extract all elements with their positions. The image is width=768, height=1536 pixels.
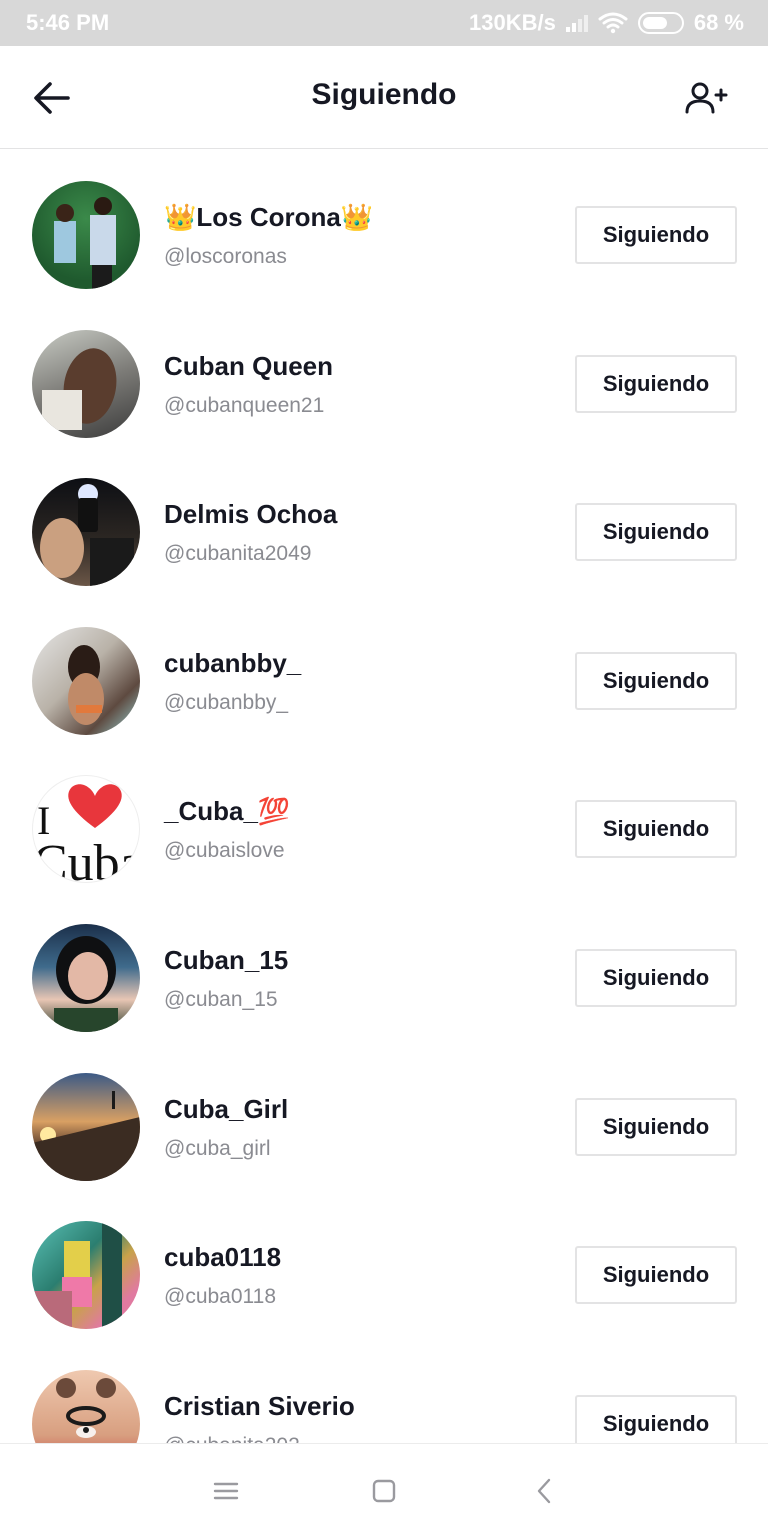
square-home-icon (372, 1479, 396, 1503)
list-item[interactable]: cuba0118 @cuba0118 Siguiendo (0, 1189, 768, 1337)
user-name: Cuba_Girl (164, 1093, 289, 1124)
avatar[interactable] (32, 924, 140, 1032)
system-nav-bar (0, 1443, 768, 1536)
status-time: 5:46 PM (26, 10, 110, 35)
following-button[interactable]: Siguiendo (575, 1394, 737, 1443)
add-user-icon (685, 82, 728, 114)
network-speed: 130KB/s (469, 10, 556, 35)
menu-icon (213, 1482, 239, 1500)
avatar[interactable] (32, 478, 140, 587)
user-handle: @cubaislove (164, 839, 285, 863)
user-handle: @cubanbby_ (164, 690, 289, 714)
user-handle: @loscoronas (164, 245, 287, 268)
user-handle: @cubanita202 (164, 1434, 300, 1443)
following-button[interactable]: Siguiendo (575, 206, 737, 264)
following-button[interactable]: Siguiendo (575, 503, 737, 562)
list-item[interactable]: Cuban Queen @cubanqueen21 Siguiendo (0, 298, 768, 446)
avatar-word: Cuba (33, 835, 140, 883)
header: Siguiendo (0, 46, 768, 149)
list-item[interactable]: Cristian Siverio @cubanita202 Siguiendo (0, 1338, 768, 1443)
menu-button[interactable] (211, 1476, 241, 1506)
chevron-left-icon (537, 1478, 551, 1504)
avatar[interactable] (32, 329, 140, 438)
following-button[interactable]: Siguiendo (575, 1246, 737, 1305)
user-name: cuba0118 (164, 1242, 282, 1273)
signal-icon (565, 14, 588, 32)
user-handle: @cubanqueen21 (164, 393, 325, 417)
user-name: cubanbby_ (164, 647, 302, 678)
list-item[interactable]: 👑Los Corona👑 @loscoronas Siguiendo (0, 149, 768, 297)
status-indicators: 130KB/s 68 % (469, 10, 744, 36)
user-name: Delmis Ochoa (164, 499, 338, 530)
avatar[interactable] (32, 1369, 140, 1443)
avatar[interactable] (32, 1072, 140, 1181)
avatar[interactable] (32, 1221, 140, 1330)
user-name: Cuban_15 (164, 945, 289, 975)
user-name: Cuban Queen (164, 350, 334, 381)
list-item[interactable]: cubanbby_ @cubanbby_ Siguiendo (0, 595, 768, 743)
battery-percent: 68 % (693, 10, 744, 35)
page-title: Siguiendo (311, 78, 457, 111)
battery-icon (637, 12, 684, 34)
user-name: _Cuba_💯 (164, 796, 291, 827)
user-name: Cristian Siverio (164, 1390, 355, 1421)
add-user-button[interactable] (684, 78, 728, 122)
list-item[interactable]: Delmis Ochoa @cubanita2049 Siguiendo (0, 446, 768, 594)
list-item[interactable]: Cuban_15 @cuban_15 Siguiendo (0, 892, 768, 1040)
list-item[interactable]: Cuba_Girl @cuba_girl Siguiendo (0, 1041, 768, 1189)
user-handle: @cuba_girl (164, 1136, 271, 1160)
user-handle: @cuban_15 (164, 988, 278, 1011)
following-list: 👑Los Corona👑 @loscoronas Siguiendo Cuban… (0, 149, 768, 1443)
user-handle: @cuba0118 (164, 1285, 277, 1309)
status-bar: 5:46 PM 130KB/s 68 % (0, 0, 768, 46)
system-back-button[interactable] (530, 1476, 560, 1506)
following-button[interactable]: Siguiendo (575, 800, 737, 859)
screen: 5:46 PM 130KB/s 68 % Siguiendo 👑Los Coro… (0, 0, 768, 1536)
user-name: 👑Los Corona👑 (164, 202, 374, 232)
avatar[interactable]: I Cuba (32, 775, 140, 884)
following-button[interactable]: Siguiendo (575, 1097, 737, 1156)
wifi-icon (598, 12, 628, 34)
avatar[interactable] (32, 626, 140, 735)
following-button[interactable]: Siguiendo (575, 651, 737, 710)
following-button[interactable]: Siguiendo (575, 949, 737, 1007)
avatar[interactable] (32, 181, 140, 289)
following-button[interactable]: Siguiendo (575, 354, 737, 413)
list-item[interactable]: I Cuba _Cuba_💯 @cubaislove Siguiendo (0, 743, 768, 891)
home-button[interactable] (369, 1476, 399, 1506)
user-handle: @cubanita2049 (164, 542, 312, 566)
